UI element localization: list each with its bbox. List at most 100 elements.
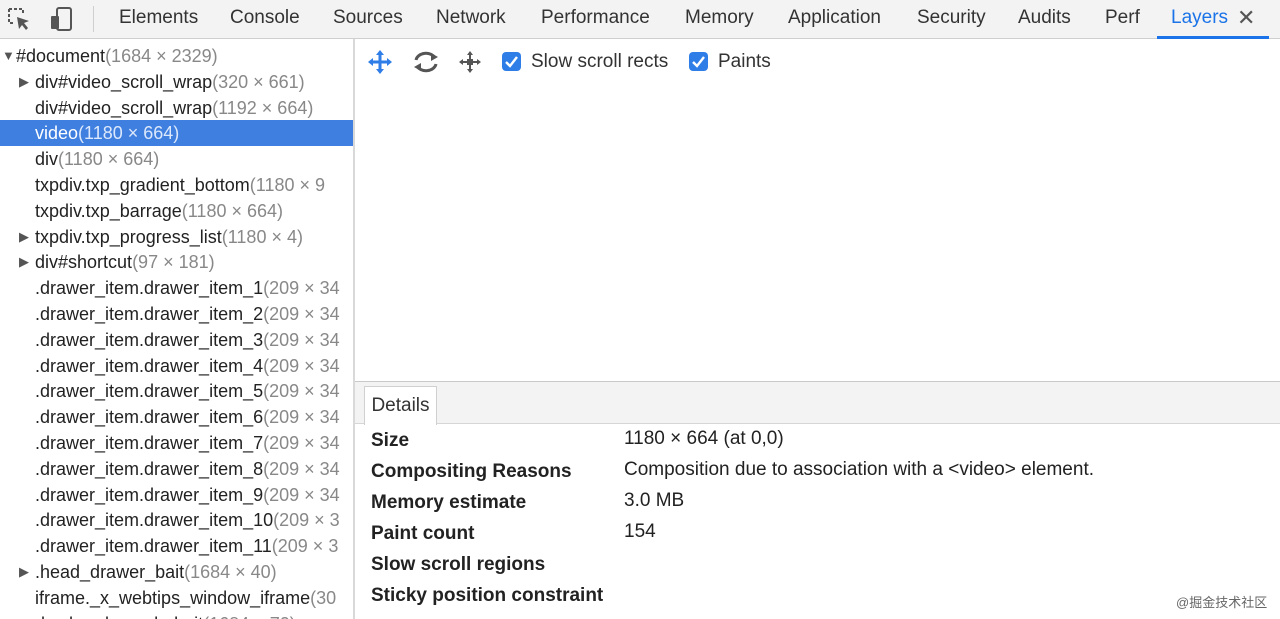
property-label: Sticky position constraint xyxy=(371,585,604,606)
layer-dimensions: (1684 × 2329) xyxy=(105,46,218,66)
layer-dimensions: (320 × 661) xyxy=(212,71,305,92)
property-value: Composition due to association with a <v… xyxy=(624,459,1094,480)
tree-row[interactable]: .drawer_item.drawer_item_5(209 × 34 xyxy=(0,378,353,404)
tree-row[interactable]: txpdiv.txp_gradient_bottom(1180 × 9 xyxy=(0,172,353,198)
pan-mode-icon[interactable] xyxy=(366,47,394,77)
tab-performance[interactable]: Performance xyxy=(541,0,650,38)
paints-checkbox[interactable] xyxy=(689,52,708,71)
slow-scroll-rects-checkbox[interactable] xyxy=(502,52,521,71)
layer-name: .drawer_item.drawer_item_7 xyxy=(35,433,264,453)
tree-row[interactable]: .drawer_item.drawer_item_3(209 × 34 xyxy=(0,327,353,353)
property-label: Size xyxy=(371,430,410,451)
layer-name: .drawer_item.drawer_item_10 xyxy=(35,510,274,531)
tree-row[interactable]: iframe._x_webtips_window_iframe(30 xyxy=(0,585,353,611)
tab-audits[interactable]: Audits xyxy=(1018,0,1071,38)
layer-dimensions: (1180 × 4) xyxy=(221,226,303,247)
tab-application[interactable]: Application xyxy=(788,0,881,38)
slow-scroll-rects-label: Slow scroll rects xyxy=(531,51,669,72)
reset-transform-icon[interactable] xyxy=(456,47,484,77)
layer-dimensions: (1684 × 40) xyxy=(184,562,277,582)
tree-row-selected[interactable]: video(1180 × 664) xyxy=(0,120,353,147)
layer-name: .drawer_item.drawer_item_3 xyxy=(35,329,264,350)
tree-row[interactable]: .drawer_item.drawer_item_9(209 × 34 xyxy=(0,482,353,508)
tree-row[interactable]: .drawer_item.drawer_item_11(209 × 3 xyxy=(0,533,353,559)
expand-arrow-icon[interactable]: ▶ xyxy=(19,69,29,95)
tree-row[interactable]: .drawer_item.drawer_item_2(209 × 34 xyxy=(0,301,353,327)
layer-dimensions: (209 × 34 xyxy=(263,355,340,376)
layer-name: iframe._x_webtips_window_iframe xyxy=(35,587,311,608)
details-tab-bar xyxy=(355,382,1280,424)
property-value: 154 xyxy=(624,521,656,542)
tab-layers[interactable]: Layers xyxy=(1171,0,1228,38)
tree-row[interactable]: div(1180 × 664) xyxy=(0,146,353,172)
layer-dimensions: (1684 × 70) xyxy=(203,614,296,619)
layer-name: txpdiv.txp_gradient_bottom xyxy=(35,175,250,195)
layer-name: div#shortcut xyxy=(35,252,133,273)
tree-row[interactable]: ▶ div#shortcut(97 × 181) xyxy=(0,249,353,275)
tree-row[interactable]: div#video_scroll_wrap(1192 × 664) xyxy=(0,95,353,121)
tab-console[interactable]: Console xyxy=(230,0,300,38)
property-value: 1180 × 664 (at 0,0) xyxy=(624,428,784,449)
watermark: @掘金技术社区 xyxy=(1176,595,1268,610)
layer-dimensions: (209 × 34 xyxy=(263,433,340,453)
tab-sources[interactable]: Sources xyxy=(333,0,403,38)
layer-name: .drawer_item.drawer_item_8 xyxy=(35,458,264,479)
layer-name: .head_drawer_bait xyxy=(35,562,185,582)
device-toggle-icon[interactable] xyxy=(49,6,75,32)
collapse-arrow-icon[interactable]: ▼ xyxy=(2,43,15,69)
tab-details[interactable]: Details xyxy=(364,386,437,425)
layer-name: txpdiv.txp_barrage xyxy=(35,200,182,221)
layer-dimensions: (1192 × 664) xyxy=(212,97,314,118)
layer-name: .drawer_item.drawer_item_2 xyxy=(35,304,264,324)
tree-row[interactable]: ▼ #document(1684 × 2329) xyxy=(0,43,353,69)
tree-row[interactable]: .drawer_item.drawer_item_6(209 × 34 xyxy=(0,404,353,430)
tree-row[interactable]: ▶ .head_drawer_bait(1684 × 40) xyxy=(0,559,353,585)
tree-row[interactable]: .drawer_item.drawer_item_1(209 × 34 xyxy=(0,275,353,301)
tab-network[interactable]: Network xyxy=(436,0,506,38)
tab-memory[interactable]: Memory xyxy=(685,0,754,38)
layer-name: div#video_scroll_wrap xyxy=(35,97,213,118)
layer-dimensions: (209 × 34 xyxy=(263,381,340,402)
expand-arrow-icon[interactable]: ▶ xyxy=(19,559,29,585)
layer-name: .drawer_item.drawer_item_9 xyxy=(35,484,264,505)
layer-dimensions: (1180 × 664) xyxy=(58,149,160,170)
paints-label: Paints xyxy=(718,51,771,72)
toolbar-divider xyxy=(93,6,94,32)
layers-3d-view[interactable] xyxy=(355,90,1280,380)
layer-dimensions: (30 xyxy=(310,587,337,608)
tab-perf[interactable]: Perf xyxy=(1105,0,1140,38)
property-label: Paint count xyxy=(371,523,475,544)
layer-dimensions: (209 × 34 xyxy=(263,329,340,350)
tree-row[interactable]: ▶ div#video_scroll_wrap(320 × 661) xyxy=(0,69,353,95)
tree-row[interactable]: .drawer_item.drawer_item_10(209 × 3 xyxy=(0,507,353,533)
layer-name: div xyxy=(35,149,59,170)
tree-row[interactable]: .drawer_item.drawer_item_8(209 × 34 xyxy=(0,456,353,482)
layer-name: .drawer_item.drawer_item_5 xyxy=(35,381,264,402)
close-tab-icon[interactable]: ✕ xyxy=(1237,0,1255,38)
inspect-element-icon[interactable] xyxy=(6,6,32,32)
active-tab-indicator xyxy=(1157,36,1269,39)
layer-tree: ▼ #document(1684 × 2329) ▶ div#video_scroll… xyxy=(0,39,353,619)
layer-name: .drawer_item.drawer_item_4 xyxy=(35,355,264,376)
tree-row[interactable]: ▶ txpdiv.txp_progress_list(1180 × 4) xyxy=(0,224,353,250)
layer-dimensions: (1180 × 664) xyxy=(181,200,284,221)
tree-row[interactable]: txpdiv.txp_barrage(1180 × 664) xyxy=(0,198,353,224)
layer-dimensions: (209 × 34 xyxy=(263,484,340,505)
expand-arrow-icon[interactable]: ▶ xyxy=(19,224,29,250)
tab-elements[interactable]: Elements xyxy=(119,0,198,38)
layer-dimensions: (209 × 34 xyxy=(263,278,340,299)
tab-security[interactable]: Security xyxy=(917,0,986,38)
layer-dimensions: (209 × 3 xyxy=(271,536,339,557)
layer-name: doc.head_reach_bait xyxy=(35,614,203,619)
rotate-mode-icon[interactable] xyxy=(411,47,441,77)
tree-row[interactable]: .drawer_item.drawer_item_4(209 × 34 xyxy=(0,353,353,379)
expand-arrow-icon[interactable]: ▶ xyxy=(19,249,29,275)
layer-name: #document xyxy=(16,46,106,66)
layer-name: .drawer_item.drawer_item_11 xyxy=(35,536,272,557)
tree-row[interactable]: .drawer_item.drawer_item_7(209 × 34 xyxy=(0,430,353,456)
layer-dimensions: (209 × 34 xyxy=(263,304,340,324)
layer-dimensions: (209 × 3 xyxy=(273,510,340,531)
tree-row[interactable]: doc.head_reach_bait(1684 × 70) xyxy=(0,611,353,619)
property-label: Compositing Reasons xyxy=(371,461,572,482)
layer-name: txpdiv.txp_progress_list xyxy=(35,226,222,247)
